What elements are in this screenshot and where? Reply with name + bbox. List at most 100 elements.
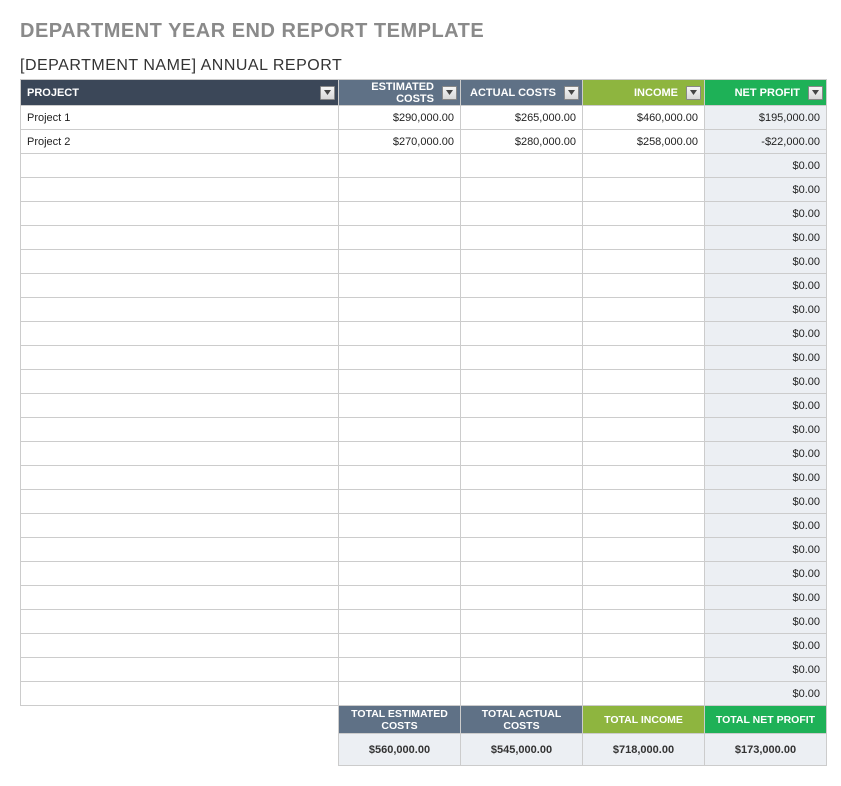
filter-dropdown-icon[interactable] (442, 86, 457, 100)
cell-net[interactable]: $0.00 (705, 274, 827, 298)
cell-estimated[interactable] (339, 274, 461, 298)
cell-net[interactable]: $0.00 (705, 298, 827, 322)
cell-project[interactable] (21, 538, 339, 562)
cell-income[interactable] (583, 394, 705, 418)
cell-income[interactable]: $460,000.00 (583, 106, 705, 130)
cell-project[interactable] (21, 370, 339, 394)
cell-actual[interactable] (461, 682, 583, 706)
cell-estimated[interactable] (339, 562, 461, 586)
cell-actual[interactable] (461, 514, 583, 538)
cell-net[interactable]: $0.00 (705, 634, 827, 658)
cell-project[interactable]: Project 1 (21, 106, 339, 130)
cell-net[interactable]: $0.00 (705, 346, 827, 370)
cell-project[interactable] (21, 346, 339, 370)
cell-income[interactable] (583, 274, 705, 298)
cell-actual[interactable] (461, 346, 583, 370)
cell-net[interactable]: $0.00 (705, 562, 827, 586)
cell-income[interactable] (583, 154, 705, 178)
cell-net[interactable]: $0.00 (705, 322, 827, 346)
cell-project[interactable] (21, 466, 339, 490)
cell-actual[interactable] (461, 442, 583, 466)
cell-estimated[interactable]: $270,000.00 (339, 130, 461, 154)
cell-estimated[interactable] (339, 322, 461, 346)
cell-estimated[interactable] (339, 346, 461, 370)
cell-income[interactable] (583, 682, 705, 706)
cell-net[interactable]: $0.00 (705, 610, 827, 634)
cell-income[interactable]: $258,000.00 (583, 130, 705, 154)
cell-actual[interactable] (461, 538, 583, 562)
cell-actual[interactable] (461, 226, 583, 250)
cell-project[interactable] (21, 322, 339, 346)
cell-project[interactable] (21, 226, 339, 250)
cell-actual[interactable]: $280,000.00 (461, 130, 583, 154)
cell-project[interactable] (21, 490, 339, 514)
cell-actual[interactable]: $265,000.00 (461, 106, 583, 130)
cell-estimated[interactable] (339, 466, 461, 490)
cell-project[interactable] (21, 394, 339, 418)
cell-project[interactable] (21, 154, 339, 178)
cell-income[interactable] (583, 538, 705, 562)
cell-estimated[interactable]: $290,000.00 (339, 106, 461, 130)
cell-income[interactable] (583, 370, 705, 394)
cell-net[interactable]: $0.00 (705, 586, 827, 610)
cell-actual[interactable] (461, 154, 583, 178)
cell-estimated[interactable] (339, 442, 461, 466)
cell-net[interactable]: $0.00 (705, 658, 827, 682)
cell-income[interactable] (583, 418, 705, 442)
cell-net[interactable]: $0.00 (705, 514, 827, 538)
cell-actual[interactable] (461, 610, 583, 634)
cell-estimated[interactable] (339, 682, 461, 706)
cell-estimated[interactable] (339, 490, 461, 514)
filter-dropdown-icon[interactable] (320, 86, 335, 100)
cell-estimated[interactable] (339, 586, 461, 610)
cell-actual[interactable] (461, 178, 583, 202)
filter-dropdown-icon[interactable] (686, 86, 701, 100)
cell-net[interactable]: $0.00 (705, 442, 827, 466)
cell-income[interactable] (583, 346, 705, 370)
cell-project[interactable] (21, 442, 339, 466)
cell-actual[interactable] (461, 298, 583, 322)
cell-estimated[interactable] (339, 394, 461, 418)
cell-actual[interactable] (461, 370, 583, 394)
cell-estimated[interactable] (339, 226, 461, 250)
cell-estimated[interactable] (339, 298, 461, 322)
cell-income[interactable] (583, 298, 705, 322)
cell-income[interactable] (583, 466, 705, 490)
cell-income[interactable] (583, 610, 705, 634)
cell-project[interactable]: Project 2 (21, 130, 339, 154)
cell-project[interactable] (21, 586, 339, 610)
cell-actual[interactable] (461, 586, 583, 610)
cell-actual[interactable] (461, 466, 583, 490)
cell-project[interactable] (21, 274, 339, 298)
cell-net[interactable]: $0.00 (705, 154, 827, 178)
cell-estimated[interactable] (339, 634, 461, 658)
cell-actual[interactable] (461, 658, 583, 682)
cell-income[interactable] (583, 634, 705, 658)
filter-dropdown-icon[interactable] (808, 86, 823, 100)
cell-project[interactable] (21, 634, 339, 658)
cell-income[interactable] (583, 586, 705, 610)
cell-net[interactable]: $195,000.00 (705, 106, 827, 130)
cell-project[interactable] (21, 658, 339, 682)
cell-actual[interactable] (461, 490, 583, 514)
cell-income[interactable] (583, 442, 705, 466)
cell-net[interactable]: -$22,000.00 (705, 130, 827, 154)
cell-income[interactable] (583, 178, 705, 202)
cell-project[interactable] (21, 418, 339, 442)
cell-income[interactable] (583, 562, 705, 586)
cell-net[interactable]: $0.00 (705, 682, 827, 706)
cell-net[interactable]: $0.00 (705, 490, 827, 514)
cell-actual[interactable] (461, 322, 583, 346)
cell-income[interactable] (583, 202, 705, 226)
cell-estimated[interactable] (339, 538, 461, 562)
cell-estimated[interactable] (339, 658, 461, 682)
cell-actual[interactable] (461, 394, 583, 418)
cell-net[interactable]: $0.00 (705, 370, 827, 394)
cell-actual[interactable] (461, 562, 583, 586)
cell-project[interactable] (21, 178, 339, 202)
cell-estimated[interactable] (339, 610, 461, 634)
cell-project[interactable] (21, 682, 339, 706)
cell-net[interactable]: $0.00 (705, 418, 827, 442)
cell-net[interactable]: $0.00 (705, 466, 827, 490)
cell-income[interactable] (583, 250, 705, 274)
